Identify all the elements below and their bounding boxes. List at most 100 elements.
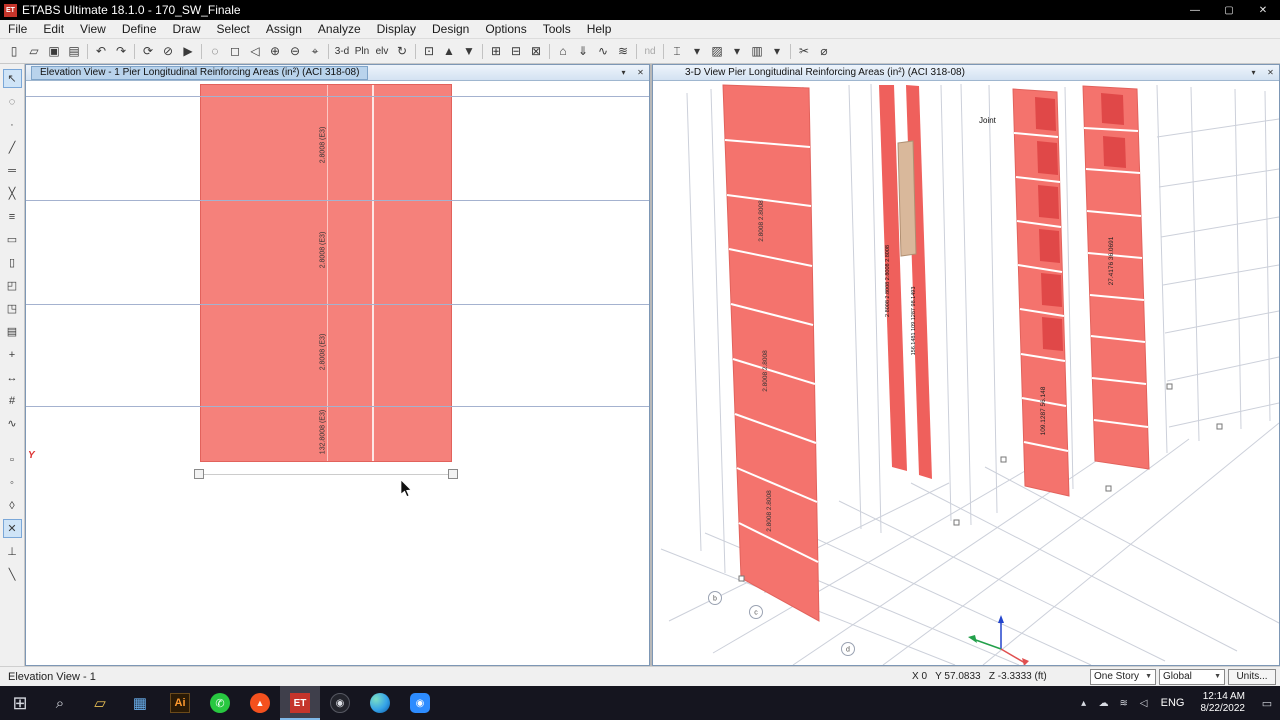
illustrator-button[interactable]: Ai [160,686,200,720]
menu-edit[interactable]: Edit [35,20,72,39]
wall-section-dropdown-icon[interactable]: ▾ [767,41,787,61]
pan-icon[interactable]: ⌖ [305,41,325,61]
zoom-in-icon[interactable]: ⊕ [265,41,285,61]
quick-draw-wall-icon[interactable]: ◳ [3,299,22,318]
volume-icon[interactable]: ◁ [1134,686,1154,720]
toolbar-icon[interactable] [663,43,664,59]
edge-button[interactable] [360,686,400,720]
elevation-view-canvas[interactable]: 2.8008 (E3) 2.8008 (E3) 2.8008 (E3) 132.… [26,81,649,665]
menu-design[interactable]: Design [424,20,477,39]
view-3d-button[interactable]: 3-d [332,41,352,61]
new-model-icon[interactable]: ▯ [4,41,24,61]
show-loads-icon[interactable]: ⇓ [573,41,593,61]
whatsapp-button[interactable]: ✆ [200,686,240,720]
menu-help[interactable]: Help [579,20,620,39]
menu-display[interactable]: Display [369,20,424,39]
draw-tool-icon[interactable] [3,437,22,446]
snap-to-midpoints-icon[interactable]: ◊ [3,496,22,515]
toolbar-icon[interactable] [415,43,416,59]
three-d-window-titlebar[interactable]: 3-D View Pier Longitudinal Reinforcing A… [653,65,1279,81]
menu-select[interactable]: Select [209,20,258,39]
support-joint-marker[interactable] [448,469,458,479]
three-d-view-canvas[interactable]: 2.8008 2.8008 2.8008 2.8008 2.8008 2.800… [653,81,1279,665]
snap-to-grid-icon[interactable]: ▫ [3,450,22,469]
show-undeformed-icon[interactable]: ⌂ [553,41,573,61]
three-d-scene[interactable]: 2.8008 2.8008 2.8008 2.8008 2.8008 2.800… [653,81,1279,665]
previous-zoom-icon[interactable]: ◁ [245,41,265,61]
draw-floor-icon[interactable]: ▭ [3,230,22,249]
up-one-story-icon[interactable]: ▲ [439,41,459,61]
obs-button[interactable]: ◉ [320,686,360,720]
view-limits-icon[interactable]: ⊞ [486,41,506,61]
snap-to-intersections-icon[interactable]: ✕ [2,519,22,538]
area-section-icon[interactable]: ▨ [707,41,727,61]
object-visibility-icon[interactable]: ⊠ [526,41,546,61]
frame-section-dropdown-icon[interactable]: ▾ [687,41,707,61]
quick-draw-braces-icon[interactable]: ╳ [3,184,22,203]
search-button[interactable]: ⌕ [40,686,80,720]
snap-to-perpendicular-icon[interactable]: ⊥ [3,542,22,561]
support-joint-marker[interactable] [194,469,204,479]
camera-button[interactable]: ◉ [400,686,440,720]
close-icon[interactable]: ✕ [632,66,649,80]
quick-draw-secondary-beams-icon[interactable]: ≡ [3,207,22,226]
menu-options[interactable]: Options [477,20,534,39]
select-poly-icon[interactable]: ◌ [3,92,22,111]
toolbar-icon[interactable] [790,43,791,59]
network-icon[interactable]: ≋ [1114,686,1134,720]
menu-file[interactable]: File [0,20,35,39]
menu-analyze[interactable]: Analyze [310,20,369,39]
draw-link-icon[interactable]: ∿ [3,414,22,433]
measure-icon[interactable]: ⌀ [814,41,834,61]
draw-reference-point-icon[interactable]: + [3,345,22,364]
menu-assign[interactable]: Assign [258,20,310,39]
brave-button[interactable]: ▲ [240,686,280,720]
snap-to-lines-icon[interactable]: ╲ [3,565,22,584]
story-selector[interactable]: One Story ▼ [1090,668,1156,685]
menu-draw[interactable]: Draw [165,20,209,39]
chevron-down-icon[interactable]: ▾ [1245,66,1262,80]
photos-button[interactable]: ▦ [120,686,160,720]
show-deformed-icon[interactable]: ∿ [593,41,613,61]
close-button[interactable]: ✕ [1246,0,1280,20]
print-icon[interactable]: ▤ [64,41,84,61]
start-button[interactable]: ⊞ [0,686,40,720]
tray-expand-icon[interactable]: ▴ [1074,686,1094,720]
file-explorer-button[interactable]: ▱ [80,686,120,720]
node-label-toggle[interactable]: nd [640,41,660,61]
menu-tools[interactable]: Tools [535,20,579,39]
quick-draw-frame-icon[interactable]: ═ [3,161,22,180]
toolbar-icon[interactable] [87,43,88,59]
taskbar-clock[interactable]: 12:14 AM 8/22/2022 [1192,691,1255,715]
toolbar-icon[interactable] [549,43,550,59]
undo-icon[interactable]: ↶ [91,41,111,61]
rotate-3d-view-icon[interactable]: ↻ [392,41,412,61]
toolbar-icon[interactable] [328,43,329,59]
view-elevation-button[interactable]: elv [372,41,392,61]
coordinate-system-selector[interactable]: Global ▼ [1159,668,1225,685]
draw-wall-icon[interactable]: ▯ [3,253,22,272]
frame-section-icon[interactable]: ⌶ [667,41,687,61]
refresh-window-icon[interactable]: ⟳ [138,41,158,61]
maximize-button[interactable]: ▢ [1212,0,1246,20]
draw-joint-icon[interactable]: · [3,115,22,134]
run-analysis-icon[interactable]: ▶ [178,41,198,61]
restore-full-view-icon[interactable]: ◻ [225,41,245,61]
draw-grid-icon[interactable]: # [3,391,22,410]
grid-visibility-icon[interactable]: ⊟ [506,41,526,61]
minimize-button[interactable]: — [1178,0,1212,20]
show-forces-icon[interactable]: ≋ [613,41,633,61]
zoom-out-icon[interactable]: ⊖ [285,41,305,61]
etabs-button[interactable]: ET [280,686,320,720]
units-button[interactable]: Units... [1228,668,1276,685]
onedrive-icon[interactable]: ☁ [1094,686,1114,720]
pier-walls-3d[interactable] [722,84,1150,622]
language-indicator[interactable]: ENG [1154,697,1192,709]
lock-model-icon[interactable]: ⊘ [158,41,178,61]
action-center-icon[interactable]: ▭ [1254,686,1280,720]
select-arrow-icon[interactable]: ↖ [2,69,22,88]
down-one-story-icon[interactable]: ▼ [459,41,479,61]
menu-view[interactable]: View [72,20,114,39]
close-icon[interactable]: ✕ [1262,66,1279,80]
save-model-icon[interactable]: ▣ [44,41,64,61]
